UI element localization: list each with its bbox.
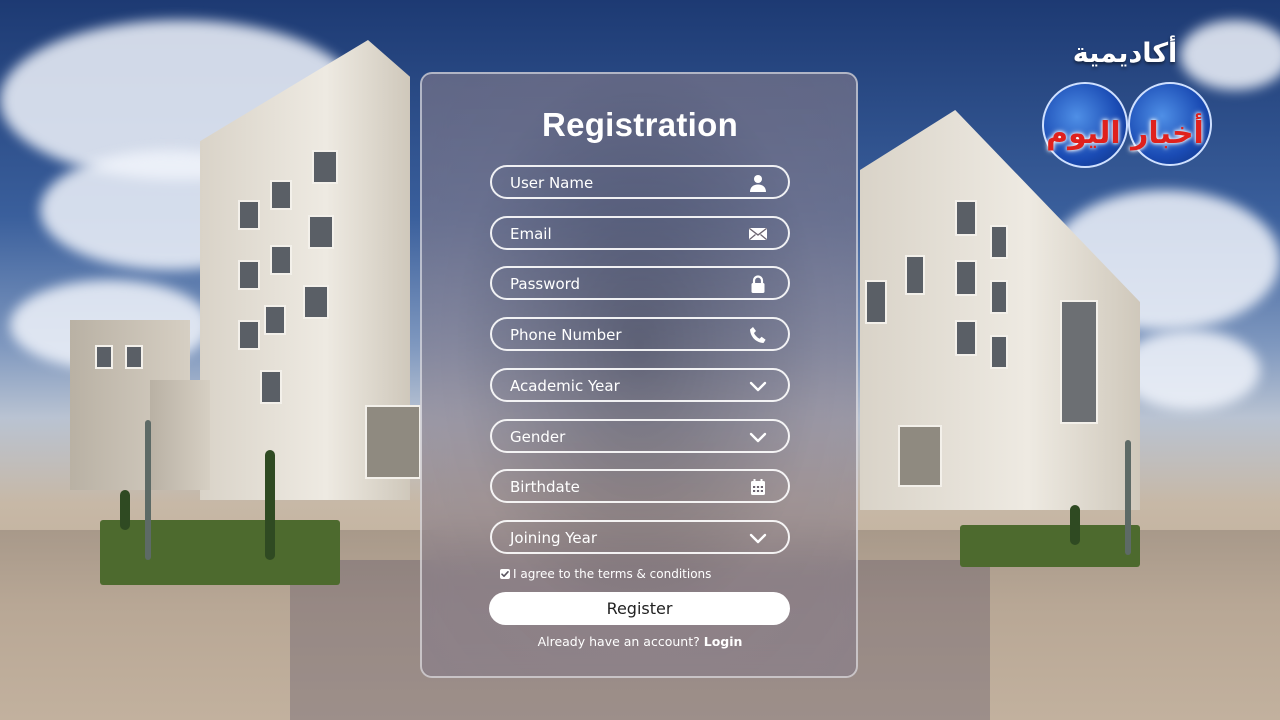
password-field[interactable]: Password: [490, 266, 790, 300]
phone-field[interactable]: Phone Number: [490, 317, 790, 351]
lock-icon: [748, 274, 768, 294]
register-button[interactable]: Register: [489, 592, 790, 625]
password-placeholder: Password: [510, 275, 581, 293]
gender-placeholder: Gender: [510, 428, 566, 446]
phone-placeholder: Phone Number: [510, 326, 622, 344]
email-field[interactable]: Email: [490, 216, 790, 250]
login-prompt: Already have an account? Login: [0, 634, 1280, 649]
login-link[interactable]: Login: [704, 634, 743, 649]
username-placeholder: User Name: [510, 174, 594, 192]
calendar-icon: [748, 477, 768, 497]
terms-label: I agree to the terms & conditions: [513, 567, 712, 581]
birthdate-field[interactable]: Birthdate: [490, 469, 790, 503]
login-prompt-text: Already have an account?: [537, 634, 700, 649]
joining-year-placeholder: Joining Year: [510, 529, 597, 547]
academic-year-select[interactable]: Academic Year: [490, 368, 790, 402]
page-title: Registration: [541, 106, 739, 143]
terms-row: I agree to the terms & conditions: [500, 566, 711, 582]
terms-checkbox[interactable]: [500, 569, 510, 579]
academic-year-placeholder: Academic Year: [510, 377, 620, 395]
envelope-icon: [748, 224, 768, 244]
logo-line-1: أكاديمية: [1072, 38, 1178, 69]
chevron-down-icon: [748, 427, 768, 447]
academy-logo: أكاديمية أخبار اليوم: [1040, 38, 1212, 168]
phone-icon: [748, 325, 768, 345]
user-icon: [748, 173, 768, 193]
username-field[interactable]: User Name: [490, 165, 790, 199]
email-placeholder: Email: [510, 225, 552, 243]
gender-select[interactable]: Gender: [490, 419, 790, 453]
chevron-down-icon: [748, 376, 768, 396]
birthdate-placeholder: Birthdate: [510, 478, 580, 496]
joining-year-select[interactable]: Joining Year: [490, 520, 790, 554]
chevron-down-icon: [748, 528, 768, 548]
